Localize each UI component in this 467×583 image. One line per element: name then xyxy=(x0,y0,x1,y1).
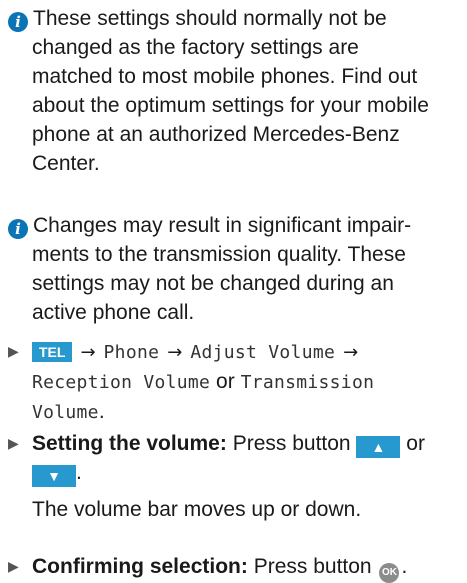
volume-down-button[interactable]: ▼ xyxy=(32,465,76,487)
step-text: Press button xyxy=(253,555,372,578)
period: . xyxy=(76,461,82,484)
note-text-line: settings may not be changed during an xyxy=(32,272,394,295)
menu-item-adjust-volume: Adjust Volume xyxy=(190,342,336,363)
step-confirm-selection: ▶ Confirming selection: Press button OK. xyxy=(8,552,460,583)
menu-item-phone: Phone xyxy=(103,342,160,363)
info-note-factory-settings: i These settings should normally not be c… xyxy=(8,4,458,178)
bullet-icon: ▶ xyxy=(8,435,19,451)
note-text-line: changed as the factory settings are xyxy=(32,36,359,59)
step-label: Confirming selection: xyxy=(32,555,248,578)
step-text: Press button xyxy=(232,432,351,455)
step-setting-volume: ▶ Setting the volume: Press button ▲ or ▼… xyxy=(8,429,460,524)
period: . xyxy=(401,555,408,578)
or-text: or xyxy=(216,370,235,393)
note-text-line: about the optimum settings for your mobi… xyxy=(32,94,429,117)
arrow-right-icon: → xyxy=(343,342,359,363)
step-menu-path: ▶ TEL → Phone → Adjust Volume → Reception Volu… xyxy=(8,337,460,427)
note-text-line: These settings should normally not be xyxy=(33,7,387,30)
bullet-icon: ▶ xyxy=(8,343,19,359)
info-note-transmission-quality: i Changes may result in significant impai… xyxy=(8,211,458,327)
bullet-icon: ▶ xyxy=(8,558,19,574)
step-result: The volume bar moves up or down. xyxy=(32,498,362,521)
menu-item-reception-volume: Reception Volume xyxy=(32,372,211,393)
info-icon: i xyxy=(8,219,28,239)
period: . xyxy=(98,400,105,423)
note-text-line: Center. xyxy=(32,152,100,175)
note-text-line: active phone call. xyxy=(32,301,195,324)
tel-button[interactable]: TEL xyxy=(32,342,73,362)
or-text: or xyxy=(406,432,425,455)
menu-item-transmission: Transmission xyxy=(240,372,375,393)
note-text-line: ments to the transmission quality. These xyxy=(32,243,406,266)
info-icon: i xyxy=(8,12,28,32)
step-label: Setting the volume: xyxy=(32,432,227,455)
ok-button[interactable]: OK xyxy=(379,563,400,583)
arrow-right-icon: → xyxy=(167,342,183,363)
arrow-right-icon: → xyxy=(80,342,96,363)
menu-item-volume: Volume xyxy=(32,402,99,423)
volume-up-button[interactable]: ▲ xyxy=(356,436,401,458)
note-text-line: matched to most mobile phones. Find out xyxy=(32,65,418,88)
note-text-line: phone at an authorized Mercedes-Benz xyxy=(32,123,400,146)
manual-page: i These settings should normally not be c… xyxy=(0,0,467,583)
note-text-line: Changes may result in significant impair… xyxy=(33,214,412,237)
